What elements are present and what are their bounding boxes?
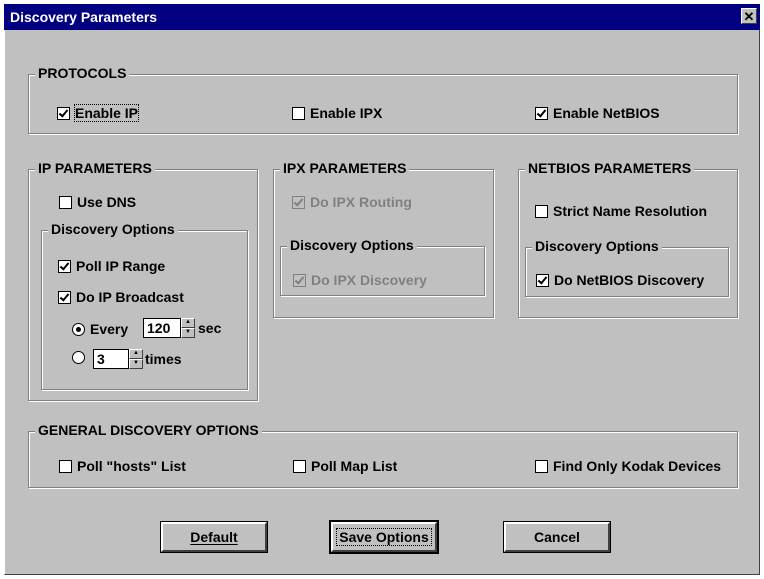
strict-name-resolution-checkbox[interactable]: Strict Name Resolution: [535, 203, 707, 219]
enable-ip-label: Enable IP: [73, 104, 140, 122]
save-options-button-label: Save Options: [336, 528, 432, 546]
poll-ip-range-checkbox[interactable]: Poll IP Range: [58, 258, 165, 274]
poll-map-list-label: Poll Map List: [311, 458, 398, 474]
ipx-discovery-options-group: Discovery Options Do IPX Discovery: [280, 237, 485, 296]
do-ipx-discovery-checkbox[interactable]: Do IPX Discovery: [293, 272, 427, 288]
do-ip-broadcast-checkbox[interactable]: Do IP Broadcast: [58, 289, 184, 305]
protocols-legend: PROTOCOLS: [35, 65, 130, 81]
enable-ip-checkbox[interactable]: Enable IP: [57, 104, 140, 122]
spin-up-icon[interactable]: ▲: [129, 349, 143, 359]
times-radio[interactable]: [72, 351, 90, 364]
default-button[interactable]: Default: [160, 521, 268, 553]
enable-netbios-checkbox[interactable]: Enable NetBIOS: [535, 105, 660, 121]
strict-name-resolution-label: Strict Name Resolution: [553, 203, 708, 219]
netbios-discovery-options-group: Discovery Options Do NetBIOS Discovery: [525, 238, 729, 297]
every-seconds-spinner[interactable]: 120 ▲ ▼ sec: [143, 318, 221, 338]
spin-down-icon[interactable]: ▼: [181, 328, 195, 338]
do-ip-broadcast-label: Do IP Broadcast: [76, 289, 184, 305]
do-ipx-discovery-label: Do IPX Discovery: [311, 272, 427, 288]
protocols-group: PROTOCOLS Enable IP Enable IPX Enable Ne…: [28, 65, 738, 134]
netbios-parameters-group: NETBIOS PARAMETERS Strict Name Resolutio…: [518, 160, 738, 318]
find-only-kodak-label: Find Only Kodak Devices: [553, 458, 722, 474]
spin-down-icon[interactable]: ▼: [129, 359, 143, 369]
checkbox-box[interactable]: [292, 106, 305, 120]
every-unit-label: sec: [198, 320, 222, 336]
checkbox-box[interactable]: [58, 290, 71, 304]
poll-ip-range-label: Poll IP Range: [76, 258, 166, 274]
poll-map-list-checkbox[interactable]: Poll Map List: [293, 458, 397, 474]
do-ipx-routing-checkbox[interactable]: Do IPX Routing: [292, 194, 412, 210]
close-icon[interactable]: ✕: [741, 8, 757, 24]
checkbox-box[interactable]: [293, 459, 306, 473]
use-dns-label: Use DNS: [77, 194, 137, 210]
cancel-button[interactable]: Cancel: [503, 521, 611, 553]
spinner-buttons[interactable]: ▲ ▼: [181, 318, 195, 338]
every-label: Every: [90, 321, 129, 337]
cancel-button-label: Cancel: [534, 529, 580, 545]
radio-dot[interactable]: [72, 322, 85, 336]
enable-netbios-label: Enable NetBIOS: [553, 105, 660, 121]
checkbox-box[interactable]: [57, 106, 70, 120]
checkbox-box[interactable]: [536, 273, 549, 287]
checkbox-box[interactable]: [535, 204, 548, 218]
times-unit-label: times: [145, 351, 182, 367]
netbios-discovery-options-legend: Discovery Options: [532, 238, 662, 254]
ipx-discovery-options-legend: Discovery Options: [287, 237, 417, 253]
use-dns-checkbox[interactable]: Use DNS: [59, 194, 136, 210]
enable-ipx-checkbox[interactable]: Enable IPX: [292, 105, 382, 121]
ip-parameters-group: IP PARAMETERS Use DNS Discovery Options …: [28, 160, 258, 401]
spin-up-icon[interactable]: ▲: [181, 318, 195, 328]
ip-discovery-options-group: Discovery Options Poll IP Range Do IP Br…: [41, 221, 248, 390]
checkbox-box[interactable]: [535, 106, 548, 120]
every-radio[interactable]: Every: [72, 321, 128, 337]
default-button-label: Default: [190, 529, 238, 545]
poll-hosts-list-label: Poll "hosts" List: [77, 458, 186, 474]
general-discovery-options-group: GENERAL DISCOVERY OPTIONS Poll "hosts" L…: [28, 422, 738, 488]
times-spinner[interactable]: 3 ▲ ▼ times: [93, 349, 182, 369]
netbios-parameters-legend: NETBIOS PARAMETERS: [525, 160, 695, 176]
ip-discovery-options-legend: Discovery Options: [48, 221, 178, 237]
checkbox-box[interactable]: [59, 459, 72, 473]
title-bar[interactable]: Discovery Parameters ✕: [4, 4, 760, 30]
checkbox-box[interactable]: [535, 459, 548, 473]
ip-parameters-legend: IP PARAMETERS: [35, 160, 155, 176]
spinner-buttons[interactable]: ▲ ▼: [129, 349, 143, 369]
save-options-button[interactable]: Save Options: [329, 520, 439, 554]
ipx-parameters-legend: IPX PARAMETERS: [280, 160, 410, 176]
do-netbios-discovery-checkbox[interactable]: Do NetBIOS Discovery: [536, 272, 704, 288]
checkbox-box[interactable]: [293, 273, 306, 287]
checkbox-box[interactable]: [58, 259, 71, 273]
do-ipx-routing-label: Do IPX Routing: [310, 194, 412, 210]
general-discovery-options-legend: GENERAL DISCOVERY OPTIONS: [35, 422, 262, 438]
checkbox-box[interactable]: [292, 195, 305, 209]
every-seconds-input[interactable]: 120: [143, 318, 181, 338]
enable-ipx-label: Enable IPX: [310, 105, 383, 121]
do-netbios-discovery-label: Do NetBIOS Discovery: [554, 272, 705, 288]
ipx-parameters-group: IPX PARAMETERS Do IPX Routing Discovery …: [273, 160, 494, 318]
radio-dot[interactable]: [72, 351, 85, 364]
window-title: Discovery Parameters: [10, 9, 158, 25]
checkbox-box[interactable]: [59, 195, 72, 209]
find-only-kodak-checkbox[interactable]: Find Only Kodak Devices: [535, 458, 721, 474]
times-input[interactable]: 3: [93, 349, 129, 369]
poll-hosts-list-checkbox[interactable]: Poll "hosts" List: [59, 458, 186, 474]
